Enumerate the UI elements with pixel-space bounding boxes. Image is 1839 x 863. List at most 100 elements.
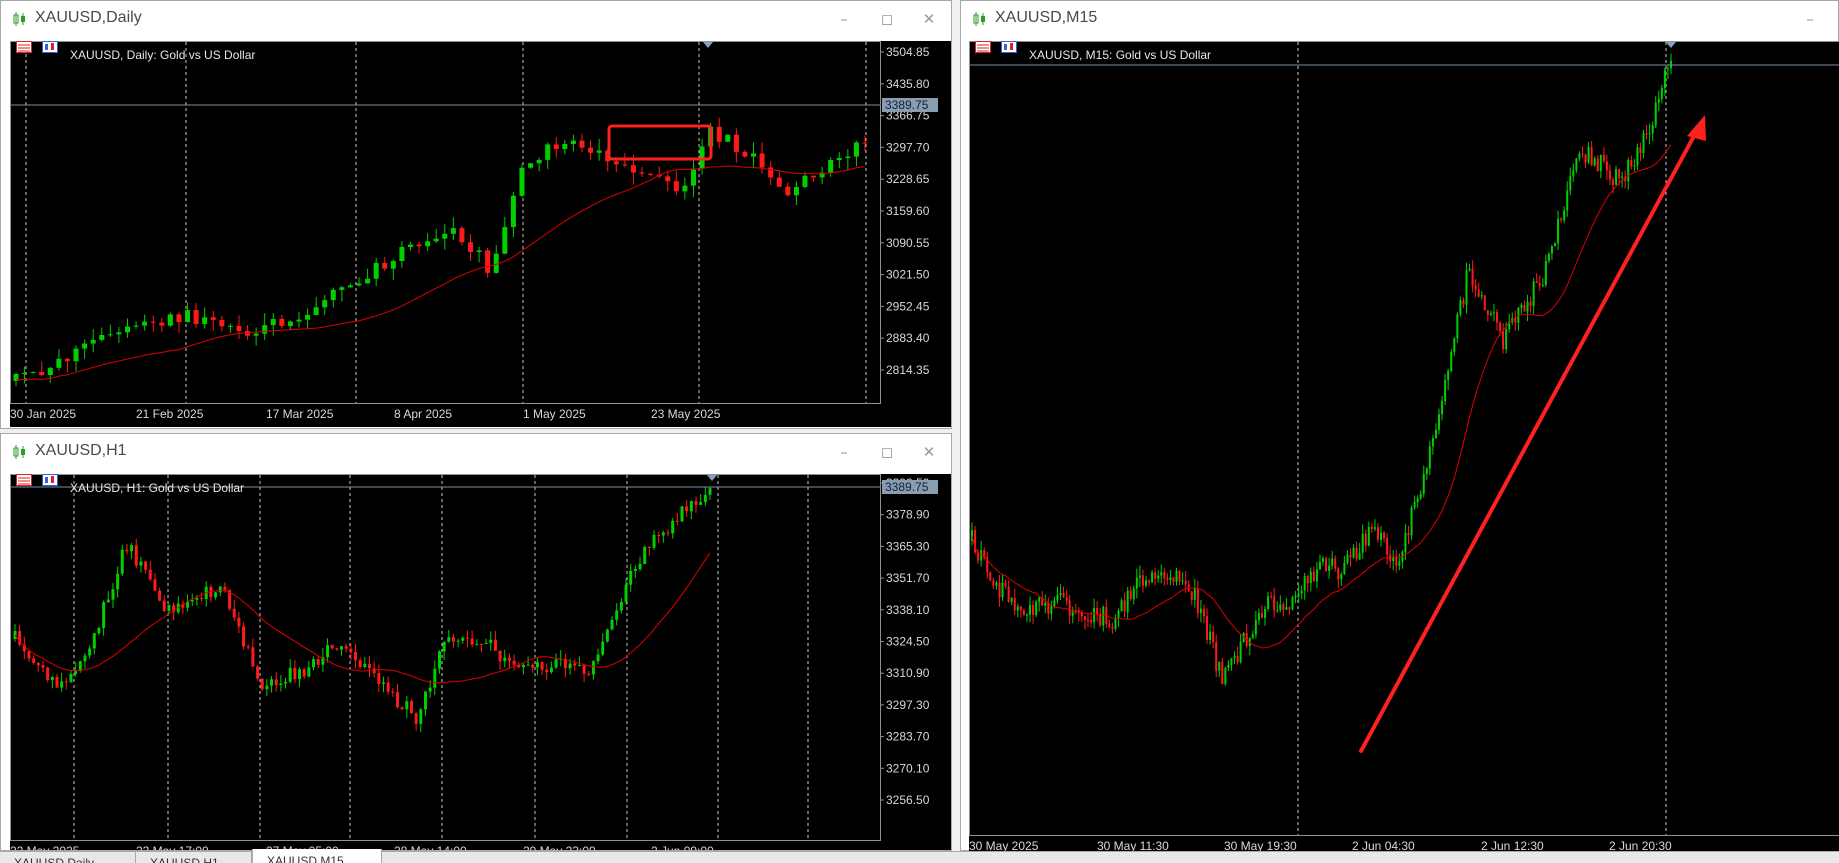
daily-chart-window[interactable]: XAUUSD,Daily – ◻ ✕ 3504.853435.803366.75… (0, 0, 952, 429)
candle-body (485, 643, 488, 644)
candle-body (1166, 578, 1168, 580)
candle-body (622, 164, 627, 165)
m15-chart-canvas[interactable]: 30 May 202530 May 11:3030 May 19:302 Jun… (969, 41, 1839, 851)
candle-body (254, 334, 259, 336)
indicator-icon (42, 474, 58, 486)
candle-body (1374, 527, 1376, 529)
candle-body (682, 186, 687, 192)
candle-body (391, 261, 396, 269)
candle-body (466, 638, 469, 639)
candle-body (125, 326, 130, 332)
candle-body (1545, 261, 1547, 285)
h1-chart-canvas[interactable]: 3392.503378.903365.303351.703338.103324.… (10, 474, 951, 850)
candle-body (417, 245, 422, 247)
chart-symbol-label: XAUUSD, M15: Gold vs US Dollar (1029, 48, 1211, 62)
candle-body (1453, 338, 1455, 352)
candle-body (368, 664, 371, 668)
candle-body (1655, 103, 1657, 125)
candle-body (597, 151, 602, 153)
candle-body (742, 152, 747, 157)
candle-body (634, 569, 637, 571)
candle-body (1349, 555, 1351, 558)
m15-titlebar[interactable]: XAUUSD,M15 – (961, 1, 1838, 37)
candle-body (1136, 577, 1138, 588)
candle-body (1261, 613, 1263, 618)
candle-body (674, 181, 679, 191)
candle-body (1542, 285, 1544, 286)
close-button[interactable]: ✕ (918, 442, 940, 462)
candle-body (1472, 269, 1474, 286)
candle-body (134, 326, 139, 327)
candle-body (545, 670, 548, 672)
candle-body (667, 533, 670, 534)
candle-body (116, 332, 121, 334)
candle-body (528, 163, 533, 167)
candle-body (1056, 595, 1058, 600)
chart-symbol-label: XAUUSD, Daily: Gold vs US Dollar (70, 48, 255, 62)
consolidation-box-annotation[interactable] (609, 126, 711, 159)
tab-h1[interactable]: XAUUSD,H1 (136, 852, 252, 863)
candle-body (326, 645, 329, 657)
minimize-button[interactable]: – (1799, 9, 1821, 29)
candle-body (1441, 401, 1443, 414)
uptrend-arrow-annotation[interactable] (1361, 123, 1701, 751)
h1-chart-window[interactable]: XAUUSD,H1 – ◻ ✕ 3392.503378.903365.30335… (0, 433, 952, 851)
candle-body (1649, 133, 1651, 134)
price-axis-label: 3504.85 (886, 45, 930, 59)
chart-shift-marker[interactable] (1666, 42, 1676, 48)
candle-body (1212, 632, 1214, 643)
tab-m15[interactable]: XAUUSD,M15 (252, 849, 382, 863)
candle-body (725, 135, 730, 142)
candle-body (537, 160, 542, 163)
candle-body (452, 637, 455, 641)
candle-body (1505, 329, 1507, 349)
candle-body (340, 646, 343, 649)
minimize-button[interactable]: – (833, 442, 855, 462)
candle-body (97, 628, 100, 633)
time-axis-label: 8 Apr 2025 (394, 407, 452, 421)
candle-body (1398, 562, 1400, 566)
candle-body (41, 665, 44, 668)
candle-body (233, 609, 236, 618)
candle-body (65, 681, 68, 682)
close-button[interactable]: ✕ (918, 9, 940, 29)
h1-titlebar[interactable]: XAUUSD,H1 – ◻ ✕ (1, 434, 951, 470)
candle-body (425, 241, 430, 246)
candle-body (545, 144, 550, 159)
candle-body (1066, 597, 1068, 600)
price-axis-label: 3324.50 (886, 635, 930, 649)
candle-body (1011, 598, 1013, 602)
candle-body (159, 323, 164, 326)
candlestick-icon (973, 11, 987, 27)
daily-chart-canvas[interactable]: 3504.853435.803366.753297.703228.653159.… (10, 41, 951, 427)
daily-titlebar[interactable]: XAUUSD,Daily – ◻ ✕ (1, 1, 951, 37)
candle-body (531, 665, 534, 668)
minimize-button[interactable]: – (833, 9, 855, 29)
candle-body (1185, 581, 1187, 585)
candle-body (1292, 597, 1294, 609)
m15-chart-window[interactable]: XAUUSD,M15 – 30 May 202530 May 11:3030 M… (960, 0, 1839, 851)
candle-body (1108, 624, 1110, 627)
candle-body (863, 142, 868, 143)
candle-body (144, 562, 147, 570)
chart-shift-marker[interactable] (707, 475, 717, 481)
maximize-button[interactable]: ◻ (876, 9, 898, 29)
maximize-button[interactable]: ◻ (876, 442, 898, 462)
price-axis-label: 3228.65 (886, 172, 930, 186)
chart-shift-marker[interactable] (703, 42, 713, 48)
tab-daily[interactable]: XAUUSD,Daily (0, 852, 136, 863)
candle-body (298, 669, 301, 679)
candle-body (1197, 588, 1199, 613)
candle-body (597, 655, 600, 662)
moving-average-line (15, 553, 710, 683)
candle-body (837, 158, 842, 160)
candle-body (262, 325, 267, 334)
candle-body (562, 144, 567, 149)
candle-body (88, 648, 91, 655)
candle-body (357, 283, 362, 285)
candle-body (1224, 668, 1226, 684)
price-axis-label: 3283.70 (886, 730, 930, 744)
candle-body (82, 344, 87, 349)
candle-body (615, 610, 618, 619)
candle-body (1368, 527, 1370, 546)
